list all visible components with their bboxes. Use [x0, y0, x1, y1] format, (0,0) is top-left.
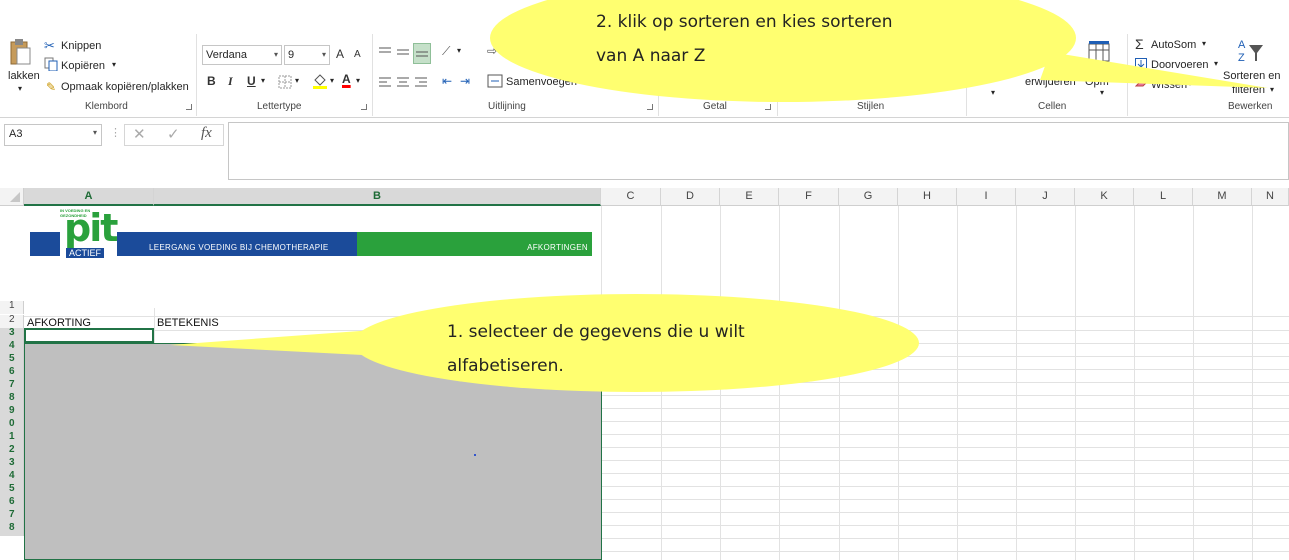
column-header-c[interactable]: C [601, 188, 661, 206]
pit-actief-logo: IN VOEDING EN GEZONDHEID pit ACTIEF [60, 206, 118, 260]
column-header-n[interactable]: N [1252, 188, 1289, 206]
formula-input[interactable] [228, 122, 1289, 180]
column-gridline [1252, 206, 1253, 560]
row-header[interactable]: 1 [0, 301, 24, 314]
column-header-j[interactable]: J [1016, 188, 1075, 206]
formula-bar: A3 ▾ ⋮ ✕ ✓ fx [0, 118, 1289, 186]
insert-function-icon[interactable]: fx [201, 125, 212, 142]
column-header-f[interactable]: F [779, 188, 839, 206]
column-header-l[interactable]: L [1134, 188, 1193, 206]
row-header[interactable]: 8 [0, 523, 24, 536]
cancel-icon[interactable]: ✕ [133, 125, 146, 143]
callout-step2-line1: 2. klik op sorteren en kies sorteren [596, 12, 893, 32]
name-box[interactable]: A3 ▾ [4, 124, 102, 146]
banner-green-bar: AFKORTINGEN [357, 232, 592, 256]
banner-blue-left [30, 232, 60, 256]
column-header-d[interactable]: D [661, 188, 720, 206]
column-gridline [839, 206, 840, 560]
callout-step2-line2: van A naar Z [596, 46, 706, 66]
column-header-b[interactable]: B [154, 188, 601, 206]
logo-main-text: pit [64, 206, 118, 250]
column-gridline [661, 206, 662, 560]
column-header-h[interactable]: H [898, 188, 957, 206]
cell-a2[interactable]: AFKORTING [27, 317, 91, 329]
column-gridline [898, 206, 899, 560]
column-gridline [1075, 206, 1076, 560]
column-gridline [1134, 206, 1135, 560]
column-header-a[interactable]: A [24, 188, 154, 206]
banner-right-text: AFKORTINGEN [527, 243, 588, 252]
formula-buttons: ✕ ✓ fx [124, 124, 224, 146]
stray-dot [474, 454, 476, 456]
banner-blue-bar: LEERGANG VOEDING BIJ CHEMOTHERAPIE [117, 232, 357, 256]
spreadsheet-grid: ABCDEFGHIJKLMN LEERGANG VOEDING BIJ CHEM… [0, 188, 1289, 560]
logo-sub-text: ACTIEF [66, 248, 105, 258]
active-cell-a3[interactable] [24, 328, 154, 343]
column-gridline [957, 206, 958, 560]
column-header-i[interactable]: I [957, 188, 1016, 206]
formula-bar-grip-icon[interactable]: ⋮ [110, 126, 121, 139]
enter-icon[interactable]: ✓ [167, 125, 180, 143]
banner-title: LEERGANG VOEDING BIJ CHEMOTHERAPIE [149, 243, 329, 252]
column-header-m[interactable]: M [1193, 188, 1252, 206]
name-box-value: A3 [9, 128, 23, 140]
column-header-k[interactable]: K [1075, 188, 1134, 206]
column-gridline [779, 206, 780, 560]
column-header-e[interactable]: E [720, 188, 779, 206]
callout-step1-line2: alfabetiseren. [447, 356, 564, 376]
column-gridline [1016, 206, 1017, 560]
column-gridline [1193, 206, 1194, 560]
cell-b2[interactable]: BETEKENIS [157, 317, 219, 329]
chevron-down-icon[interactable]: ▾ [93, 128, 97, 137]
callout-step1-line1: 1. selecteer de gegevens die u wilt [447, 322, 745, 342]
select-all-corner[interactable] [0, 188, 24, 206]
column-header-g[interactable]: G [839, 188, 898, 206]
column-gridline [720, 206, 721, 560]
